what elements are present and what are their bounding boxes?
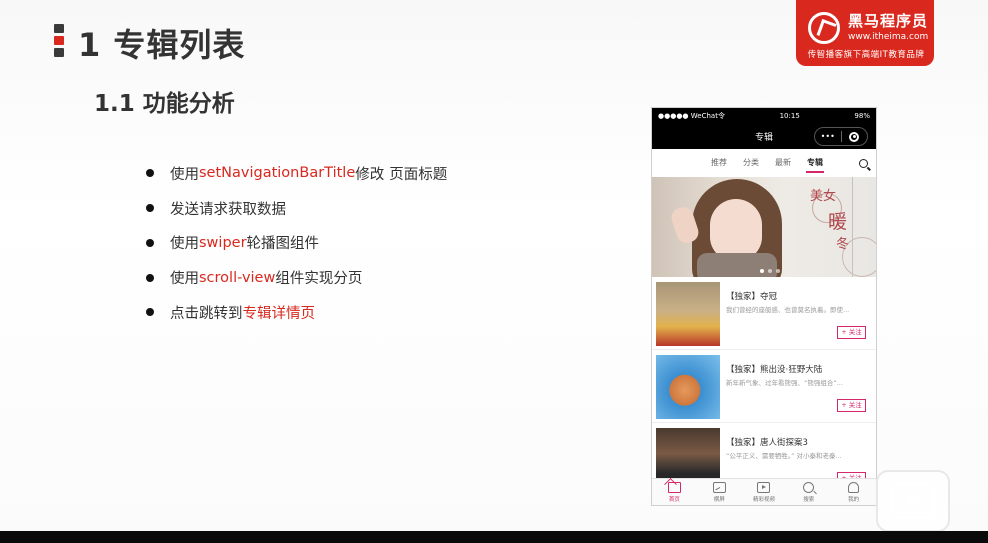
tabbar-home[interactable]: 首页	[652, 479, 697, 505]
video-play-button[interactable]	[876, 470, 950, 531]
tabbar-landscape[interactable]: 横屏	[697, 479, 742, 505]
slide: 1 专辑列表 1.1 功能分析 黑马程序员 www.itheima.com 传智…	[0, 0, 988, 531]
album-thumbnail	[656, 355, 720, 419]
album-thumbnail	[656, 282, 720, 346]
bullet-icon	[146, 308, 154, 317]
feature-item: 点击跳转到 专辑详情页	[146, 295, 447, 330]
close-circle-icon	[849, 131, 860, 142]
more-icon: •••	[820, 132, 835, 141]
banner-text: 美女	[810, 189, 837, 204]
video-icon	[757, 481, 771, 493]
album-desc: 我们曾经的座艇惑、也曾莫名执着。即使...	[726, 306, 850, 314]
tab-album[interactable]: 专辑	[799, 149, 831, 177]
album-desc: “公平正义、需要牺牲。” 对小秦和老秦...	[726, 452, 842, 460]
bullet-icon	[146, 169, 154, 178]
album-thumbnail	[656, 428, 720, 480]
video-bottom-bar	[0, 531, 988, 543]
nav-title: 专辑	[754, 133, 773, 143]
slide-subtitle: 1.1 功能分析	[94, 91, 235, 117]
tv-icon	[890, 483, 936, 519]
banner-text: 冬	[836, 237, 850, 252]
close-miniprogram-button[interactable]	[842, 131, 868, 142]
banner-text: 暖	[828, 211, 848, 233]
swiper-banner[interactable]: 美女 暖 冬	[652, 177, 876, 277]
feature-text: 点击跳转到	[170, 305, 243, 322]
feature-highlight: scroll-view	[199, 269, 276, 286]
bullet-icon	[146, 204, 154, 213]
image-icon	[712, 481, 726, 493]
feature-text: 使用	[170, 271, 199, 288]
search-icon[interactable]	[859, 158, 868, 168]
album-title: 【独家】熊出没·狂野大陆	[726, 365, 823, 375]
follow-button[interactable]: + 关注	[837, 326, 866, 339]
album-desc: 新年新气象、过年看熊强、“熊强组合”...	[726, 379, 843, 387]
slide-title: 1 专辑列表	[78, 26, 246, 64]
phone-nav-bar: 专辑 •••	[652, 124, 876, 149]
feature-text: 发送请求获取数据	[170, 201, 286, 218]
tabbar-search[interactable]: 搜索	[786, 479, 831, 505]
feature-item: 发送请求获取数据	[146, 191, 447, 226]
tab-recommend[interactable]: 推荐	[703, 149, 735, 177]
status-time: 10:15	[779, 112, 800, 120]
miniprogram-capsule: •••	[814, 127, 868, 146]
brand-logo: 黑马程序员 www.itheima.com 传智播客旗下高端IT教育品牌	[796, 0, 934, 66]
tabbar-label: 我的	[848, 496, 860, 503]
tabbar-label: 横屏	[713, 496, 725, 503]
feature-text: 组件实现分页	[275, 271, 363, 288]
feature-text: 轮播图组件	[246, 236, 320, 253]
logo-slogan: 传智播客旗下高端IT教育品牌	[807, 50, 925, 60]
feature-text: 使用	[170, 166, 199, 183]
swiper-indicator	[760, 269, 780, 273]
title-marker-icon	[54, 24, 64, 58]
feature-text: 修改	[355, 166, 385, 183]
feature-highlight: 专辑详情页	[242, 305, 316, 322]
status-battery: 98%	[854, 112, 870, 120]
home-icon	[667, 481, 681, 493]
logo-url: www.itheima.com	[848, 32, 929, 42]
play-icon	[908, 492, 922, 510]
feature-item: 使用 scroll-view 组件实现分页	[146, 260, 447, 295]
follow-button[interactable]: + 关注	[837, 399, 866, 412]
feature-text: 使用	[170, 236, 199, 253]
tabbar-mine[interactable]: 我的	[831, 479, 876, 505]
horse-logo-icon	[808, 12, 840, 44]
feature-highlight: swiper	[199, 234, 247, 251]
feature-item: 使用 swiper 轮播图组件	[146, 226, 447, 261]
search-icon	[803, 481, 815, 493]
tabbar-label: 首页	[668, 496, 680, 503]
tabbar-label: 搜索	[803, 496, 815, 503]
album-item[interactable]: 【独家】唐人街探案3 “公平正义、需要牺牲。” 对小秦和老秦... + 关注	[652, 423, 876, 480]
feature-list: 使用 setNavigationBarTitle 修改 页面标题 发送请求获取数…	[146, 156, 447, 330]
feature-item: 使用 setNavigationBarTitle 修改 页面标题	[146, 156, 447, 191]
bullet-icon	[146, 273, 154, 282]
bullet-icon	[146, 238, 154, 247]
feature-highlight: setNavigationBarTitle	[199, 165, 356, 182]
tabbar-video[interactable]: 精彩视频	[742, 479, 787, 505]
album-list[interactable]: 【独家】夺冠 我们曾经的座艇惑、也曾莫名执着。即使... + 关注 【独家】熊出…	[652, 277, 876, 480]
tab-category[interactable]: 分类	[735, 149, 767, 177]
feature-text: 页面标题	[389, 166, 448, 183]
user-icon	[848, 481, 860, 493]
tabbar-label: 精彩视频	[752, 496, 775, 503]
album-title: 【独家】夺冠	[726, 292, 778, 302]
phone-status-bar: ●●●●● WeChat令 10:15 98%	[652, 108, 876, 124]
logo-name: 黑马程序员	[848, 12, 929, 30]
phone-mockup: ●●●●● WeChat令 10:15 98% 专辑 ••• 推荐 分类 最新 …	[651, 107, 877, 506]
album-item[interactable]: 【独家】熊出没·狂野大陆 新年新气象、过年看熊强、“熊强组合”... + 关注	[652, 350, 876, 423]
category-tabs: 推荐 分类 最新 专辑	[652, 149, 876, 177]
album-item[interactable]: 【独家】夺冠 我们曾经的座艇惑、也曾莫名执着。即使... + 关注	[652, 277, 876, 350]
tab-latest[interactable]: 最新	[767, 149, 799, 177]
album-title: 【独家】唐人街探案3	[726, 438, 808, 448]
status-carrier: ●●●●● WeChat令	[658, 112, 725, 120]
bottom-tab-bar: 首页 横屏 精彩视频 搜索 我的	[652, 478, 876, 505]
more-menu-button[interactable]: •••	[815, 132, 841, 141]
